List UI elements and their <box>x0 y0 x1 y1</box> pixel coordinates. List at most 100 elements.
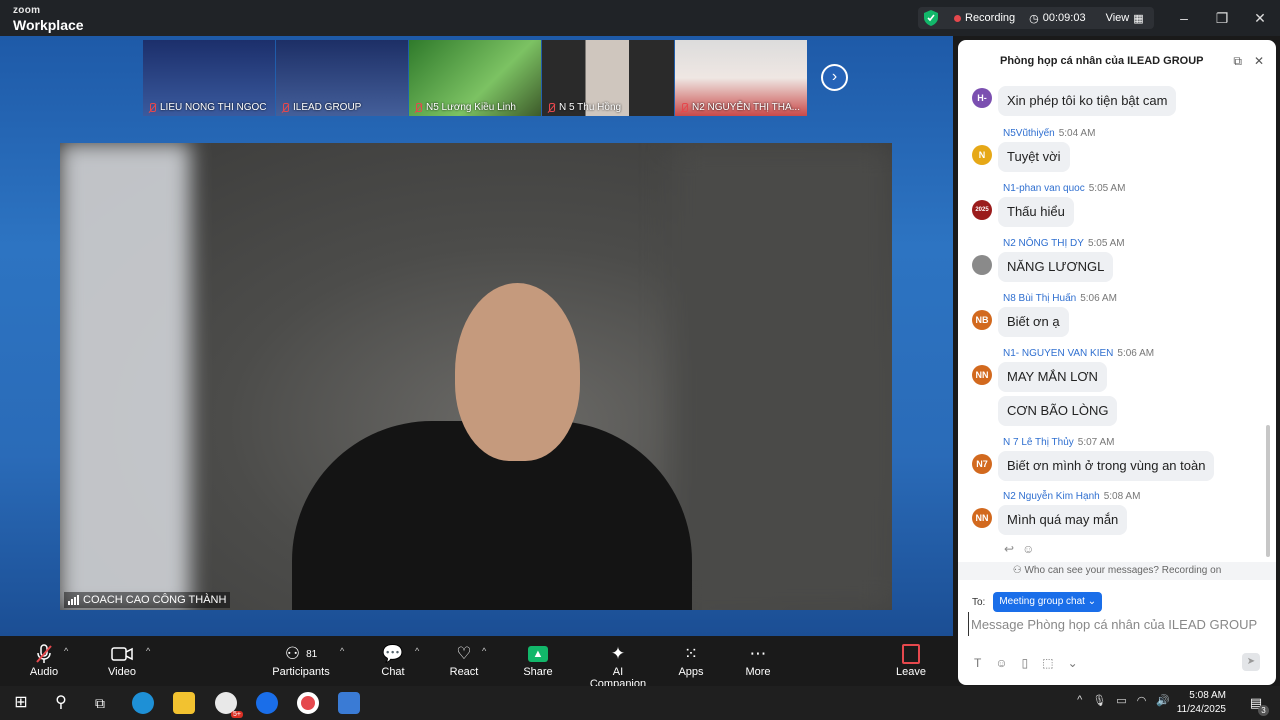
muted-mic-icon <box>147 102 157 113</box>
participant-thumbnail[interactable]: N2 NGUYỄN THỊ THA... <box>675 40 807 116</box>
share-label: Share <box>523 666 553 678</box>
recorder-icon[interactable] <box>297 692 319 714</box>
video-background <box>672 143 892 610</box>
search-icon[interactable]: ⚲ <box>50 692 72 714</box>
edge-icon[interactable] <box>132 692 154 714</box>
message-bubble: CƠN BÃO LÒNG <box>998 396 1118 426</box>
sender-name: N2 NÔNG THỊ DY <box>1003 238 1084 249</box>
close-icon[interactable]: ✕ <box>1252 10 1268 26</box>
send-icon[interactable]: ➤ <box>1242 653 1260 671</box>
brand-large: Workplace <box>13 17 84 33</box>
view-button[interactable]: View ▦ <box>1106 12 1144 25</box>
add-reaction-icon[interactable]: ☺ <box>1022 542 1034 556</box>
chat-button[interactable]: 💬 Chat <box>378 642 408 678</box>
sender-name: N1- NGUYEN VAN KIEN <box>1003 348 1114 359</box>
leave-door-icon <box>902 644 920 664</box>
file-icon[interactable]: ▯ <box>1022 656 1029 670</box>
screenshot-icon[interactable]: ⬚ <box>1042 656 1053 670</box>
windows-taskbar: ⊞ ⚲ ⧉ 5+ ^ 🎙 ▭ ◠ 🔊 5:08 AM 11/24/2025 ▤ 3 <box>0 686 1280 720</box>
notification-icon[interactable]: ▤ 3 <box>1245 692 1269 716</box>
message-list[interactable]: H- Xin phép tôi ko tiện bật cam N5Vũthiy… <box>958 78 1276 566</box>
next-page-arrow-icon[interactable]: › <box>821 64 848 91</box>
video-label: Video <box>108 666 136 678</box>
notification-count: 3 <box>1258 705 1269 716</box>
more-button[interactable]: ⋯ More <box>743 642 773 678</box>
chevron-up-icon[interactable]: ^ <box>1077 694 1082 707</box>
apps-button[interactable]: ⁙ Apps <box>676 642 706 678</box>
timer: ◷ 00:09:03 <box>1029 12 1085 25</box>
chrome-icon[interactable]: 5+ <box>215 692 243 718</box>
restore-icon[interactable]: ❐ <box>1214 10 1230 26</box>
chat-header: Phòng họp cá nhân của ILEAD GROUP ⧉ ✕ <box>958 40 1276 80</box>
apps-icon: ⁙ <box>683 644 699 663</box>
zoom-logo: zoom Workplace <box>13 6 84 33</box>
recipient-select[interactable]: Meeting group chat ⌄ <box>993 592 1103 612</box>
system-clock[interactable]: 5:08 AM 11/24/2025 <box>1177 689 1226 717</box>
participant-thumbnail[interactable]: N5 Lương Kiều Linh <box>409 40 541 116</box>
audio-button[interactable]: Audio <box>26 642 62 678</box>
participant-thumbnail[interactable]: ILEAD GROUP <box>276 40 408 116</box>
video-background <box>60 143 190 610</box>
message-time: 5:06 AM <box>1080 293 1117 304</box>
meeting-stage: LIEU NONG THI NGOC ILEAD GROUP N5 Lương … <box>0 36 953 636</box>
volume-icon[interactable]: 🔊 <box>1156 694 1170 707</box>
participant-thumbnail[interactable]: N 5 Thu Hồng <box>542 40 674 116</box>
chevron-down-icon[interactable]: ⌄ <box>1068 656 1078 670</box>
share-button[interactable]: ▲ Share <box>521 642 555 678</box>
clock-icon: ◷ <box>1029 12 1039 25</box>
video-button[interactable]: Video <box>104 642 140 678</box>
battery-icon[interactable]: ▭ <box>1116 694 1126 707</box>
audio-label: Audio <box>29 666 59 678</box>
chat-scrollbar[interactable] <box>1266 425 1270 557</box>
video-camera-icon <box>104 642 140 666</box>
message-input[interactable] <box>968 612 1264 636</box>
sender-name: N2 Nguyễn Kim Hạnh <box>1003 491 1100 502</box>
recording-dot-icon <box>954 14 961 22</box>
chat-panel: Phòng họp cá nhân của ILEAD GROUP ⧉ ✕ H-… <box>958 40 1276 685</box>
format-text-icon[interactable]: T <box>974 656 981 670</box>
privacy-note[interactable]: ⚇ Who can see your messages? Recording o… <box>958 562 1276 580</box>
participant-thumbnail[interactable]: LIEU NONG THI NGOC <box>143 40 275 116</box>
meeting-status-bar: Recording ◷ 00:09:03 View ▦ <box>918 7 1154 29</box>
sender-name: N5Vũthiyến <box>1003 128 1055 139</box>
close-chat-icon[interactable]: ✕ <box>1254 54 1264 69</box>
message-actions: ↩ ☺ <box>1004 542 1034 556</box>
avatar: N <box>972 145 992 165</box>
react-button[interactable]: ♡ React <box>449 642 479 678</box>
thumbnail-label: ILEAD GROUP <box>280 102 361 113</box>
message-time: 5:06 AM <box>1117 348 1155 359</box>
message-bubble: Xin phép tôi ko tiện bật cam <box>998 86 1177 116</box>
message-sender: N1- NGUYEN VAN KIEN 5:06 AM <box>1003 348 1154 359</box>
chat-bubble-icon: 💬 <box>382 644 404 663</box>
app-icon[interactable] <box>338 692 360 714</box>
avatar: NN <box>972 508 992 528</box>
leave-button[interactable]: Leave <box>896 642 926 678</box>
emoji-icon[interactable]: ☺ <box>995 656 1007 670</box>
message-bubble: Thấu hiểu <box>998 197 1074 227</box>
chat-label: Chat <box>381 666 405 678</box>
avatar: NN <box>972 365 992 385</box>
file-explorer-icon[interactable] <box>173 692 195 714</box>
message-sender: N5Vũthiyến 5:04 AM <box>1003 128 1095 139</box>
avatar: NB <box>972 310 992 330</box>
thumbnail-label: N2 NGUYỄN THỊ THA... <box>679 102 800 113</box>
windows-start-icon[interactable]: ⊞ <box>10 692 32 714</box>
thumbnail-name: N2 NGUYỄN THỊ THA... <box>692 102 800 113</box>
microphone-icon[interactable]: 🎙 <box>1092 694 1106 707</box>
wifi-icon[interactable]: ◠ <box>1137 694 1147 707</box>
avatar: N7 <box>972 454 992 474</box>
zoom-app-icon[interactable] <box>256 692 278 714</box>
thumbnail-label: N5 Lương Kiều Linh <box>413 102 516 113</box>
minimize-icon[interactable]: – <box>1176 10 1192 26</box>
caret-up-icon: ^ <box>340 646 345 656</box>
muted-mic-icon <box>26 642 62 666</box>
reply-icon[interactable]: ↩ <box>1004 542 1014 556</box>
shield-icon[interactable] <box>924 10 938 26</box>
ai-companion-button[interactable]: ✦ AI Companion <box>584 642 652 690</box>
message-sender: N2 Nguyễn Kim Hạnh 5:08 AM <box>1003 491 1140 502</box>
message-time: 5:05 AM <box>1088 183 1126 194</box>
pop-out-icon[interactable]: ⧉ <box>1233 54 1242 69</box>
participants-button[interactable]: ⚇ 81 Participants <box>272 642 330 678</box>
recording-label[interactable]: Recording <box>965 12 1015 24</box>
task-view-icon[interactable]: ⧉ <box>89 692 111 714</box>
